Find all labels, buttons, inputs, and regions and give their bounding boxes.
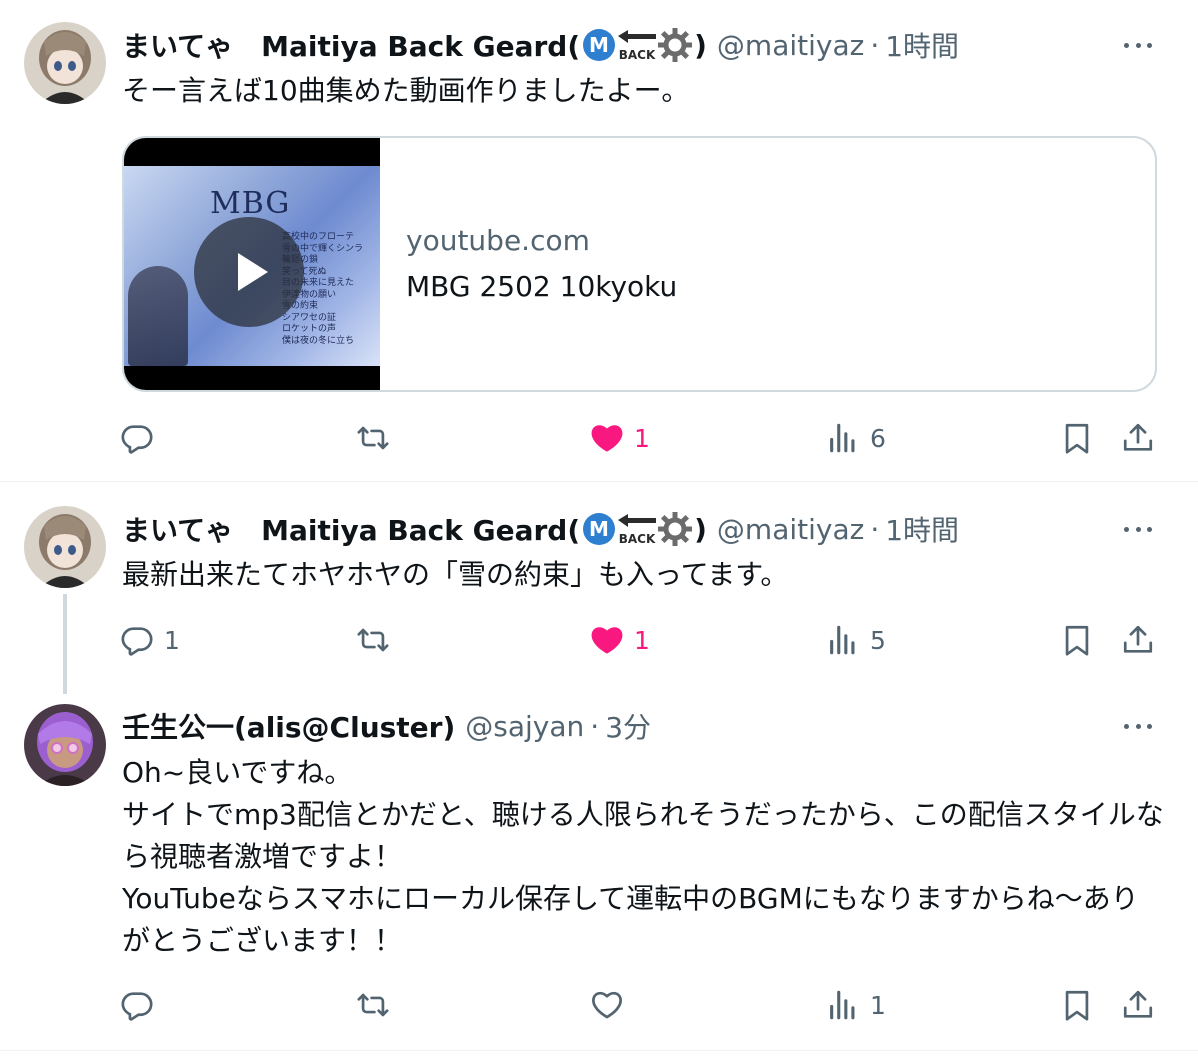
tweet-text: Oh~良いですね。 サイトでmp3配信とかだと、聴ける人限られそうだったから、こ… bbox=[122, 752, 1167, 962]
avatar-sajyan[interactable] bbox=[24, 704, 106, 786]
tweet-text: 最新出来たてホヤホヤの「雪の約束」も入ってます。 bbox=[122, 558, 789, 591]
tweet-1: まいてゃ Maitiya Back Geard( M BACK ) @maiti… bbox=[0, 0, 1198, 480]
like-icon-filled bbox=[591, 425, 623, 452]
tweet-3: 壬生公一(alis@Cluster) @sajyan · 3分 Oh~良いですね… bbox=[0, 692, 1198, 1056]
share-button[interactable] bbox=[1121, 618, 1155, 662]
bookmark-button[interactable] bbox=[1060, 983, 1094, 1027]
svg-text:BACK: BACK bbox=[619, 532, 656, 546]
svg-text:M: M bbox=[589, 33, 609, 57]
svg-text:M: M bbox=[589, 517, 609, 541]
views-icon bbox=[830, 625, 855, 655]
repost-icon bbox=[357, 628, 389, 652]
display-name[interactable]: まいてゃ Maitiya Back Geard( bbox=[122, 509, 580, 549]
action-bar: 1 6 bbox=[0, 416, 1198, 460]
card-title: MBG 2502 10kyoku bbox=[406, 270, 678, 303]
display-name-end: ) bbox=[694, 512, 707, 546]
user-handle[interactable]: @sajyan bbox=[465, 710, 584, 743]
separator-dot: · bbox=[590, 709, 600, 743]
m-badge-icon: M bbox=[583, 513, 616, 545]
display-name[interactable]: 壬生公一(alis@Cluster) bbox=[122, 706, 455, 746]
like-button[interactable]: 1 bbox=[590, 618, 650, 662]
card-domain: youtube.com bbox=[406, 224, 590, 257]
share-button[interactable] bbox=[1121, 416, 1155, 460]
share-icon bbox=[1123, 423, 1153, 451]
repost-button[interactable] bbox=[356, 416, 400, 460]
bookmark-icon bbox=[1065, 990, 1089, 1021]
bookmark-button[interactable] bbox=[1060, 618, 1094, 662]
m-badge-icon: M bbox=[583, 29, 616, 61]
repost-button[interactable] bbox=[356, 618, 400, 662]
tweet-text-line: ら視聴者激増ですよ！ bbox=[122, 840, 403, 873]
back-arrow-icon: BACK bbox=[618, 514, 657, 546]
user-handle[interactable]: @maitiyaz bbox=[717, 29, 864, 62]
repost-button[interactable] bbox=[356, 983, 400, 1027]
tweet-header: まいてゃ Maitiya Back Geard( M BACK ) @maiti… bbox=[122, 25, 959, 65]
repost-icon bbox=[357, 993, 389, 1017]
avatar-maitiya[interactable] bbox=[24, 506, 106, 588]
bookmark-icon bbox=[1065, 423, 1089, 454]
like-icon bbox=[592, 991, 622, 1019]
views-button[interactable]: 6 bbox=[826, 416, 886, 460]
share-icon bbox=[1123, 990, 1153, 1018]
tweet-divider bbox=[0, 1050, 1198, 1051]
reply-icon bbox=[121, 425, 153, 454]
gear-icon bbox=[658, 28, 693, 62]
tweet-text-line: YouTubeならスマホにローカル保存して運転中のBGMにもなりますからね〜あり bbox=[122, 882, 1139, 915]
tweet-header: まいてゃ Maitiya Back Geard( M BACK ) @maiti… bbox=[122, 509, 959, 549]
name-badges: M BACK bbox=[582, 28, 693, 62]
reply-button[interactable] bbox=[120, 416, 164, 460]
tweet-text-line: サイトでmp3配信とかだと、聴ける人限られそうだったから、この配信スタイルな bbox=[122, 798, 1164, 831]
separator-dot: · bbox=[870, 28, 880, 62]
like-button[interactable] bbox=[590, 983, 634, 1027]
tweet-2: まいてゃ Maitiya Back Geard( M BACK ) @maiti… bbox=[0, 482, 1198, 694]
more-icon[interactable] bbox=[1120, 35, 1156, 55]
views-icon bbox=[830, 990, 855, 1020]
tweet-text: そー言えば10曲集めた動画作りましたよー。 bbox=[122, 74, 690, 107]
like-icon-filled bbox=[591, 627, 623, 654]
bookmark-button[interactable] bbox=[1060, 416, 1094, 460]
reply-icon bbox=[121, 992, 153, 1021]
like-count: 1 bbox=[634, 423, 650, 453]
action-bar: 1 1 5 bbox=[0, 618, 1198, 662]
user-handle[interactable]: @maitiyaz bbox=[717, 513, 864, 546]
video-thumbnail[interactable]: MBG 高校中のフローテ 雪の中で輝くシンラ 輪廻の鎖 笑って死ぬ 目の未来に見… bbox=[124, 138, 380, 390]
views-count: 6 bbox=[870, 423, 886, 453]
tweet-text-line: がとうございます！！ bbox=[122, 924, 403, 957]
views-icon bbox=[830, 423, 855, 453]
reply-count: 1 bbox=[164, 625, 180, 655]
tweet-text-line: Oh~良いですね。 bbox=[122, 756, 353, 789]
link-card[interactable]: MBG 高校中のフローテ 雪の中で輝くシンラ 輪廻の鎖 笑って死ぬ 目の未来に見… bbox=[122, 136, 1157, 392]
views-button[interactable]: 5 bbox=[826, 618, 886, 662]
more-icon[interactable] bbox=[1120, 716, 1156, 736]
reply-icon bbox=[121, 627, 153, 656]
timestamp[interactable]: 1時間 bbox=[885, 25, 959, 65]
reply-button[interactable] bbox=[120, 983, 164, 1027]
action-bar: 1 bbox=[0, 983, 1198, 1027]
display-name-end: ) bbox=[694, 28, 707, 62]
bookmark-icon bbox=[1065, 625, 1089, 656]
play-icon[interactable] bbox=[194, 217, 304, 327]
like-count: 1 bbox=[634, 625, 650, 655]
share-button[interactable] bbox=[1121, 983, 1155, 1027]
back-arrow-icon: BACK bbox=[618, 30, 657, 62]
like-button[interactable]: 1 bbox=[590, 416, 650, 460]
separator-dot: · bbox=[870, 512, 880, 546]
repost-icon bbox=[357, 426, 389, 450]
more-icon[interactable] bbox=[1120, 519, 1156, 539]
views-button[interactable]: 1 bbox=[826, 983, 886, 1027]
views-count: 5 bbox=[870, 625, 886, 655]
name-badges: M BACK bbox=[582, 512, 693, 546]
thumbnail-title: MBG bbox=[210, 186, 291, 221]
display-name[interactable]: まいてゃ Maitiya Back Geard( bbox=[122, 25, 580, 65]
timestamp[interactable]: 1時間 bbox=[885, 509, 959, 549]
views-count: 1 bbox=[870, 990, 886, 1020]
timestamp[interactable]: 3分 bbox=[605, 706, 651, 746]
svg-text:BACK: BACK bbox=[619, 48, 656, 62]
share-icon bbox=[1123, 625, 1153, 653]
avatar-maitiya[interactable] bbox=[24, 22, 106, 104]
tweet-header: 壬生公一(alis@Cluster) @sajyan · 3分 bbox=[122, 706, 651, 746]
gear-icon bbox=[658, 512, 693, 546]
reply-button[interactable]: 1 bbox=[120, 618, 180, 662]
